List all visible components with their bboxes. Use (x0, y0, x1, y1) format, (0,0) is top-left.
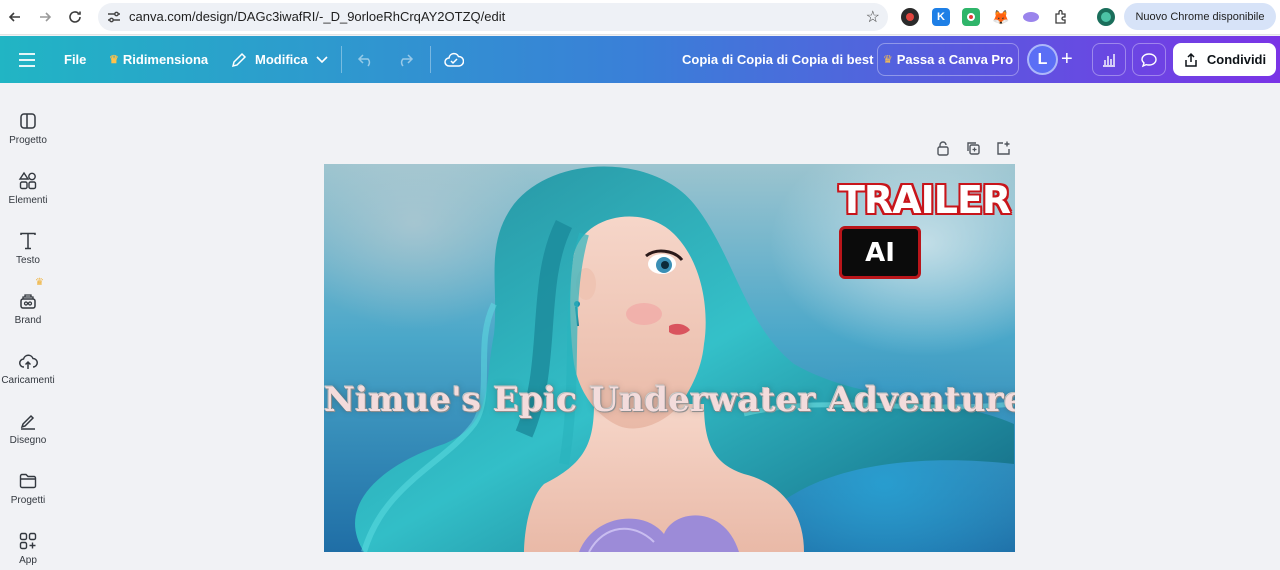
resize-label: Ridimensiona (122, 52, 209, 67)
extension-k-icon[interactable]: K (932, 8, 950, 26)
chart-icon (1103, 53, 1115, 67)
apps-icon (19, 532, 37, 550)
extensions-icon[interactable] (1052, 8, 1070, 26)
comment-icon (1141, 52, 1157, 67)
sidebar-item-label: Disegno (9, 435, 47, 446)
sidebar-item-label: Testo (16, 255, 40, 266)
crown-icon: ♛ (35, 277, 44, 288)
sidebar-item-elementi[interactable]: Elementi (0, 153, 56, 211)
divider (430, 46, 431, 73)
share-label: Condividi (1206, 52, 1267, 67)
undo-icon[interactable] (357, 36, 375, 83)
reload-icon[interactable] (65, 7, 85, 27)
tune-icon[interactable] (106, 9, 122, 25)
layout-icon (20, 113, 36, 129)
sidebar-item-brand[interactable]: ♛ Brand (0, 273, 56, 331)
sidebar-item-label: App (19, 555, 37, 566)
duplicate-page-icon[interactable] (965, 140, 981, 156)
avatar[interactable]: L (1027, 44, 1058, 75)
editor-header: File ♛ Ridimensiona Modifica Copia di Co… (0, 36, 1280, 83)
file-menu[interactable]: File (64, 36, 86, 83)
crown-icon: ♛ (109, 54, 119, 66)
ai-badge[interactable]: AI (839, 226, 921, 279)
folder-icon (19, 473, 37, 489)
star-icon[interactable]: ☆ (866, 7, 880, 27)
lock-icon[interactable] (935, 140, 951, 156)
text-icon (20, 232, 36, 250)
comment-button[interactable] (1132, 43, 1166, 76)
address-bar[interactable]: canva.com/design/DAGc3iwafRI/-_D_9orloeR… (98, 3, 888, 31)
redo-icon[interactable] (396, 36, 414, 83)
sidebar-item-caricamenti[interactable]: Caricamenti (0, 333, 56, 391)
sidebar-item-label: Elementi (8, 195, 48, 206)
ai-badge-text: AI (865, 237, 895, 268)
edit-label: Modifica (255, 52, 308, 67)
extension-wing-icon[interactable] (1022, 8, 1040, 26)
sidebar-item-label: Caricamenti (1, 375, 55, 386)
sidebar-item-disegno[interactable]: Disegno (0, 393, 56, 451)
forward-icon[interactable] (35, 7, 55, 27)
upgrade-pro-button[interactable]: ♛ Passa a Canva Pro (877, 43, 1019, 76)
sidebar-item-progetti[interactable]: Progetti (0, 453, 56, 511)
sidebar-item-app[interactable]: App (0, 513, 56, 570)
design-canvas[interactable]: TRAILER AI Nimue's Epic Underwater Adven… (324, 164, 1015, 552)
sidebar-item-progetto[interactable]: Progetto (0, 93, 56, 151)
insights-button[interactable] (1092, 43, 1126, 76)
sidebar-item-label: Progetto (9, 135, 47, 146)
add-page-icon[interactable] (995, 140, 1011, 156)
browser-toolbar: canva.com/design/DAGc3iwafRI/-_D_9orloeR… (0, 0, 1280, 35)
chevron-down-icon (316, 55, 328, 63)
divider (341, 46, 342, 73)
draw-icon (20, 414, 35, 430)
upload-cloud-icon (19, 354, 38, 369)
back-icon[interactable] (5, 7, 25, 27)
design-title-text[interactable]: Nimue's Epic Underwater Adventure (324, 380, 1015, 420)
shapes-icon (18, 171, 37, 190)
sidebar-item-label: Brand (14, 315, 42, 326)
upgrade-label: Passa a Canva Pro (896, 52, 1014, 67)
trailer-heading[interactable]: TRAILER (839, 178, 1011, 222)
resize-button[interactable]: ♛ Ridimensiona (109, 36, 208, 83)
left-sidebar: Progetto Elementi Testo ♛ Brand Caricame… (0, 83, 56, 570)
extension-record-icon[interactable] (962, 8, 980, 26)
chrome-update-pill[interactable]: Nuovo Chrome disponibile (1124, 3, 1276, 30)
edit-menu[interactable]: Modifica (231, 36, 328, 83)
sidebar-item-testo[interactable]: Testo (0, 213, 56, 271)
extension-a-icon[interactable] (901, 8, 919, 26)
mermaid-illustration (355, 166, 1015, 552)
pencil-icon (231, 52, 247, 67)
share-button[interactable]: Condividi (1173, 43, 1276, 76)
profile-icon[interactable] (1097, 8, 1115, 26)
hamburger-icon[interactable] (18, 36, 36, 83)
add-collaborator-icon[interactable]: + (1061, 36, 1073, 83)
sidebar-item-label: Progetti (10, 495, 46, 506)
share-icon (1185, 52, 1197, 67)
metamask-icon[interactable]: 🦊 (992, 8, 1010, 26)
document-title[interactable]: Copia di Copia di Copia di best (682, 36, 873, 83)
crown-icon: ♛ (882, 54, 893, 66)
url-text[interactable]: canva.com/design/DAGc3iwafRI/-_D_9orloeR… (129, 9, 505, 24)
brand-icon (20, 294, 36, 309)
cloud-saved-icon[interactable] (444, 36, 464, 83)
